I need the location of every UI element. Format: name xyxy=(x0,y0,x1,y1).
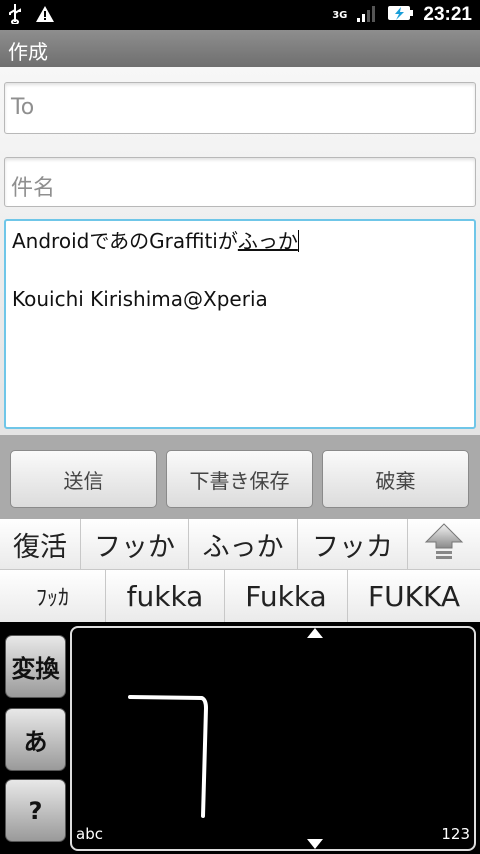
subject-field[interactable]: 件名 xyxy=(4,157,476,207)
send-button[interactable]: 送信 xyxy=(10,450,157,508)
body-text: AndroidであのGraffitiがふっか Kouichi Kirishima… xyxy=(12,227,299,314)
candidate-bar-primary: 復活 フッか ふっか フッカ xyxy=(0,519,480,570)
body-committed: Androidであの xyxy=(12,229,150,253)
expand-candidates-button[interactable] xyxy=(408,519,480,569)
candidate-bar-secondary: ﾌｯｶ fukka Fukka FUKKA xyxy=(0,570,480,622)
warning-icon xyxy=(36,6,54,26)
candidate-item[interactable]: 復活 xyxy=(0,519,81,569)
hiragana-key[interactable]: あ xyxy=(5,708,66,771)
mode-123-label[interactable]: 123 xyxy=(441,825,470,843)
to-field[interactable]: To xyxy=(4,82,476,134)
usb-icon xyxy=(8,4,22,28)
convert-key[interactable]: 変換 xyxy=(5,635,66,698)
candidate-item[interactable]: フッか xyxy=(81,519,189,569)
candidate-item[interactable]: fukka xyxy=(106,570,225,622)
text-caret xyxy=(297,230,299,252)
handwriting-canvas xyxy=(128,628,323,849)
handwriting-pad[interactable]: abc 123 xyxy=(70,626,476,851)
body-latin: Graffitiが xyxy=(149,229,238,253)
candidate-item[interactable]: FUKKA xyxy=(348,570,480,622)
candidate-item[interactable]: フッカ xyxy=(298,519,408,569)
save-draft-button[interactable]: 下書き保存 xyxy=(166,450,313,508)
network-type: 3G xyxy=(332,9,348,21)
help-key[interactable]: ? xyxy=(5,779,66,842)
candidate-item[interactable]: Fukka xyxy=(225,570,348,622)
compose-form: To 件名 AndroidであのGraffitiがふっか Kouichi Kir… xyxy=(0,67,480,435)
page-title: 作成 xyxy=(8,40,48,64)
candidate-item[interactable]: ふっか xyxy=(189,519,298,569)
arrow-up-icon xyxy=(424,522,464,567)
mode-abc-label[interactable]: abc xyxy=(76,825,103,843)
status-bar: 3G 23:21 xyxy=(0,0,480,30)
candidate-item[interactable]: ﾌｯｶ xyxy=(0,570,106,622)
subject-placeholder: 件名 xyxy=(11,176,56,201)
title-bar: 作成 xyxy=(0,30,480,67)
top-marker-icon xyxy=(307,628,323,638)
handwriting-keyboard: 変換 あ ? abc 123 xyxy=(0,622,480,854)
notification-icons xyxy=(8,4,54,28)
battery-charging-icon xyxy=(387,3,414,27)
discard-button[interactable]: 破棄 xyxy=(322,450,469,508)
clock: 23:21 xyxy=(423,4,472,25)
action-bar: 送信 下書き保存 破棄 xyxy=(0,435,480,519)
handwritten-stroke xyxy=(128,695,208,818)
to-placeholder: To xyxy=(11,95,35,120)
body-field[interactable]: AndroidであのGraffitiがふっか Kouichi Kirishima… xyxy=(4,219,476,429)
body-signature: Kouichi Kirishima@Xperia xyxy=(12,287,268,311)
bottom-marker-icon xyxy=(307,839,323,849)
signal-icon xyxy=(357,4,377,26)
body-composing: ふっか xyxy=(237,229,298,253)
